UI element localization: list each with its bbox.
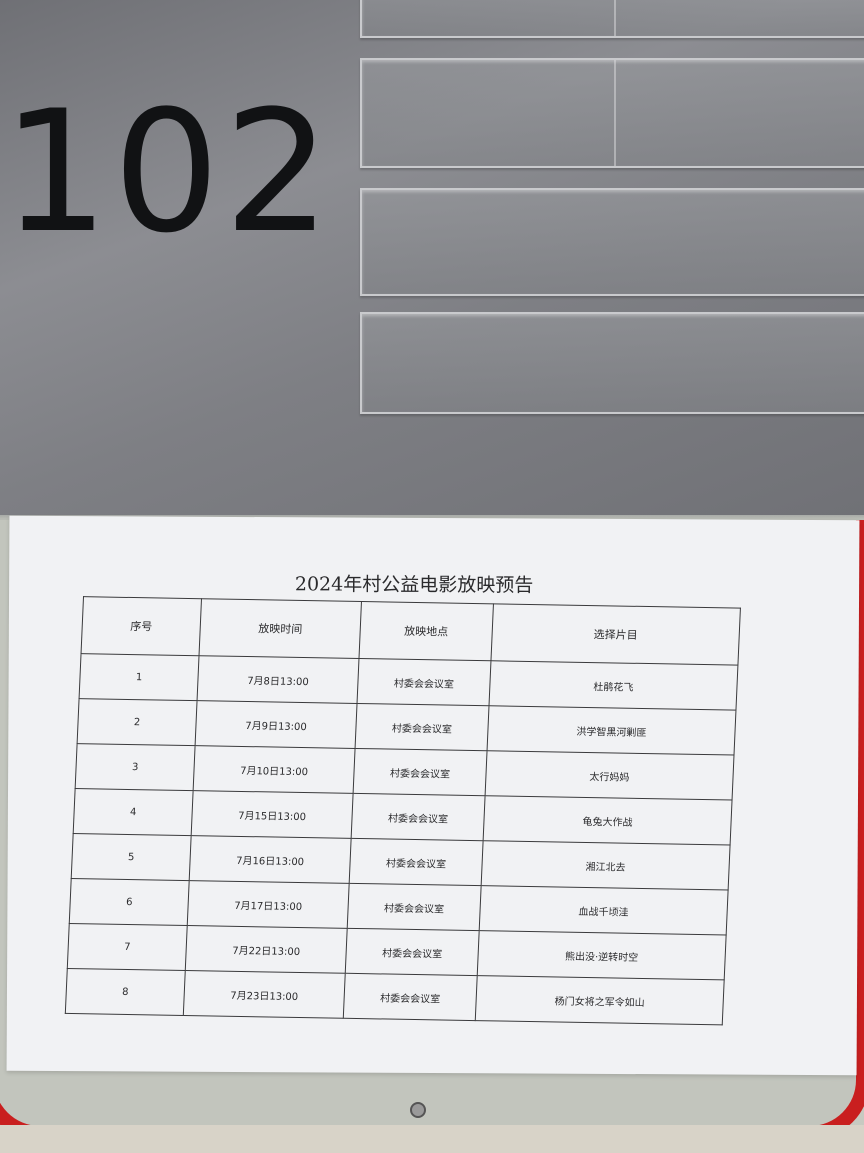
screw-icon xyxy=(410,1102,426,1118)
cell-place: 村委会会议室 xyxy=(345,928,480,976)
acrylic-sign-holder xyxy=(360,312,864,414)
acrylic-sign-holder xyxy=(360,58,864,168)
acrylic-sign-holder xyxy=(360,188,864,296)
cell-film: 血战千顷洼 xyxy=(479,885,729,935)
cell-film: 杨门女将之军令如山 xyxy=(475,975,725,1025)
header-time: 放映时间 xyxy=(199,598,362,659)
cell-time: 7月17日13:00 xyxy=(187,880,350,929)
cell-time: 7月10日13:00 xyxy=(193,745,356,794)
cell-place: 村委会会议室 xyxy=(343,973,478,1021)
ground xyxy=(0,1125,864,1153)
header-place: 放映地点 xyxy=(358,601,494,661)
cell-time: 7月9日13:00 xyxy=(195,700,358,749)
cell-no: 1 xyxy=(79,653,200,701)
cell-no: 3 xyxy=(75,743,196,791)
cell-time: 7月22日13:00 xyxy=(185,925,348,974)
cell-place: 村委会会议室 xyxy=(349,838,484,886)
cell-no: 7 xyxy=(67,923,188,971)
header-no: 序号 xyxy=(81,596,202,656)
cell-film: 熊出没·逆转时空 xyxy=(477,930,727,980)
cell-film: 洪学智黑河剿匪 xyxy=(487,705,736,756)
acrylic-sign-holder xyxy=(360,0,864,38)
room-number: 102 xyxy=(2,74,335,270)
cell-film: 龟兔大作战 xyxy=(483,795,733,845)
notice-title: 2024年村公益电影放映预告 xyxy=(294,573,534,597)
photo-scene: 102 2024年村公益电影放映预告 序号 放映时间 放映地点 选择片目 1 7… xyxy=(0,0,864,1153)
cell-time: 7月16日13:00 xyxy=(189,835,352,884)
cell-time: 7月23日13:00 xyxy=(183,970,346,1019)
cell-film: 太行妈妈 xyxy=(485,750,735,801)
cell-place: 村委会会议室 xyxy=(357,658,491,706)
cell-place: 村委会会议室 xyxy=(353,748,488,796)
door-panel: 102 xyxy=(0,0,864,515)
cell-place: 村委会会议室 xyxy=(355,703,489,751)
cell-film: 杜鹃花飞 xyxy=(488,660,738,711)
cell-film: 湘江北去 xyxy=(481,840,731,890)
cell-time: 7月8日13:00 xyxy=(197,655,359,704)
cell-no: 6 xyxy=(69,878,190,926)
cell-place: 村委会会议室 xyxy=(347,883,482,931)
cell-place: 村委会会议室 xyxy=(351,793,486,841)
screening-table: 序号 放映时间 放映地点 选择片目 1 7月8日13:00 村委会会议室 杜鹃花… xyxy=(65,596,741,1025)
cell-no: 5 xyxy=(71,833,192,881)
screening-notice-paper: 2024年村公益电影放映预告 序号 放映时间 放映地点 选择片目 1 7月8日1… xyxy=(6,515,860,1076)
cell-no: 8 xyxy=(65,968,186,1016)
cell-no: 2 xyxy=(77,698,198,746)
header-film: 选择片目 xyxy=(490,603,741,666)
cell-no: 4 xyxy=(73,788,194,836)
cell-time: 7月15日13:00 xyxy=(191,790,354,839)
